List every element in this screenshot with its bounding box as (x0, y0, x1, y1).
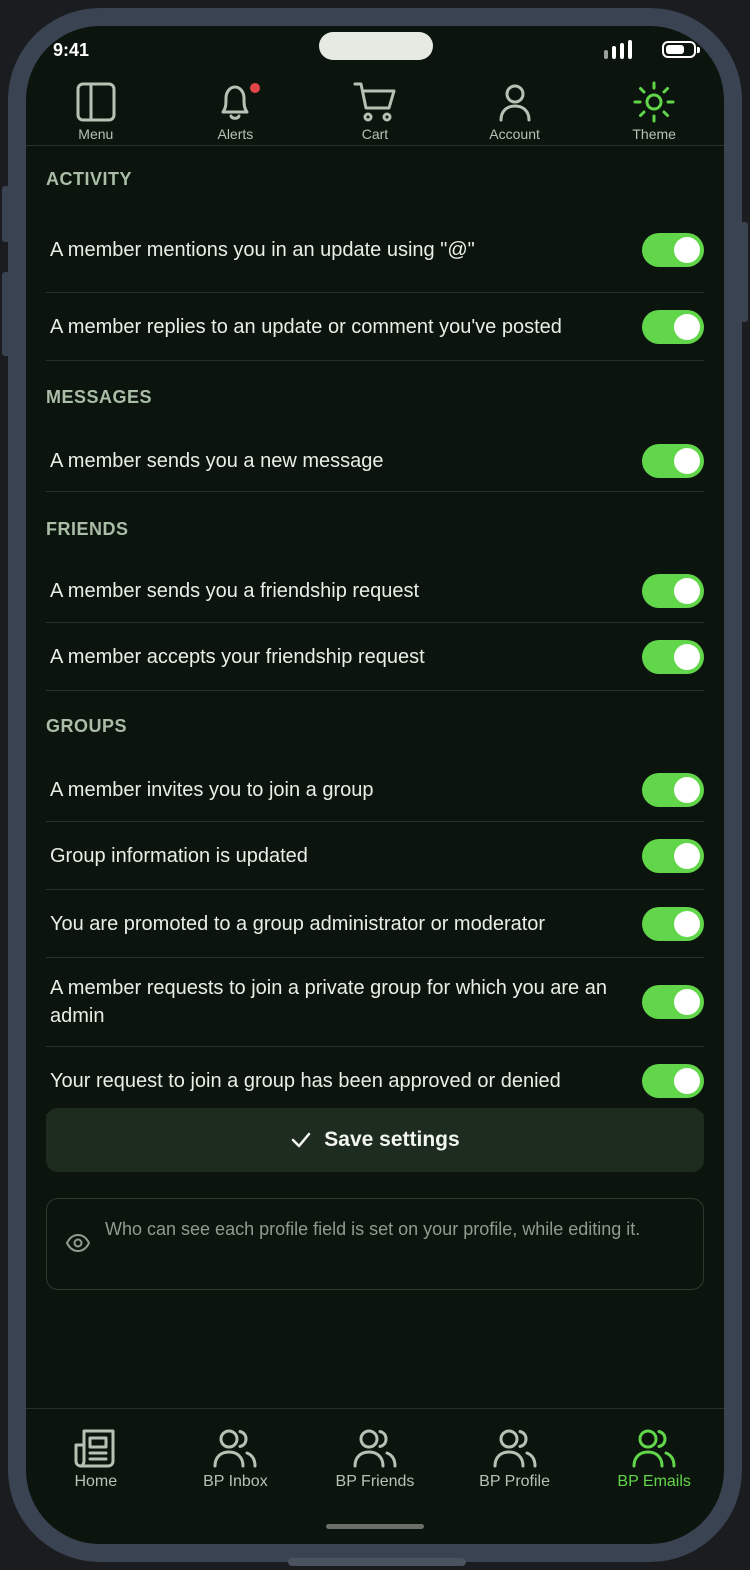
top-nav-alerts[interactable]: Alerts (166, 78, 306, 145)
newspaper-icon (74, 1429, 115, 1468)
alert-badge (247, 81, 262, 95)
side-button-power (740, 222, 748, 322)
setting-label: A member sends you a new message (50, 449, 384, 472)
save-settings-button[interactable]: Save settings (46, 1108, 704, 1172)
sun-icon (633, 81, 675, 123)
tab-label: Home (74, 1473, 118, 1490)
home-indicator (326, 1524, 424, 1529)
save-button-label: Save settings (324, 1128, 460, 1151)
tab-label: BP Friends (335, 1473, 415, 1490)
top-nav-cart[interactable]: Cart (305, 78, 445, 145)
tab-label: BP Profile (479, 1473, 550, 1490)
setting-label: A member accepts your friendship request (50, 645, 425, 668)
eye-icon (65, 1233, 91, 1253)
battery-icon (662, 41, 700, 58)
users-icon (213, 1429, 257, 1468)
status-time: 9:41 (53, 40, 90, 60)
setting-row: A member invites you to join a group (46, 758, 704, 822)
setting-row: A member replies to an update or comment… (46, 293, 704, 361)
setting-row: Group information is updated (46, 822, 704, 890)
top-nav-theme[interactable]: Theme (584, 78, 724, 145)
setting-row: A member requests to join a private grou… (46, 958, 704, 1047)
top-nav-label: Cart (361, 126, 389, 142)
sidebar-panel-icon (76, 82, 116, 122)
setting-toggle[interactable] (642, 772, 704, 807)
setting-label: Your request to join a group has been ap… (50, 1069, 561, 1092)
setting-toggle[interactable] (642, 838, 704, 873)
check-icon (292, 1132, 311, 1148)
top-nav-label: Theme (632, 126, 676, 142)
setting-label: A member mentions you in an update using… (50, 239, 475, 261)
setting-row: You are promoted to a group administrato… (46, 890, 704, 958)
tab-bp-inbox[interactable]: BP Inbox (166, 1409, 306, 1544)
setting-toggle[interactable] (642, 906, 704, 941)
setting-label: A member sends you a friendship request (50, 579, 420, 602)
setting-toggle[interactable] (642, 573, 704, 608)
top-nav-account[interactable]: Account (445, 78, 585, 145)
signal-icon (604, 40, 632, 59)
top-nav-menu[interactable]: Menu (26, 78, 166, 145)
top-nav-label: Menu (78, 126, 114, 142)
users-icon (353, 1429, 397, 1468)
users-icon (632, 1429, 676, 1468)
setting-row: A member mentions you in an update using… (46, 216, 704, 293)
side-button-silent (2, 186, 10, 242)
section-title-groups: GROUPS (46, 716, 128, 736)
setting-toggle[interactable] (642, 985, 704, 1019)
tab-bp-emails[interactable]: BP Emails (584, 1409, 724, 1544)
status-bar: 9:41 (26, 26, 724, 78)
tab-bp-profile[interactable]: BP Profile (445, 1409, 585, 1544)
setting-toggle[interactable] (642, 443, 704, 478)
setting-row: A member accepts your friendship request (46, 623, 704, 691)
section-title-friends: FRIENDS (46, 519, 129, 539)
side-button-volume (2, 272, 10, 356)
tab-home[interactable]: Home (26, 1409, 166, 1544)
setting-row: Your request to join a group has been ap… (46, 1047, 704, 1115)
section-title-activity: ACTIVITY (46, 169, 133, 189)
tab-label: BP Inbox (203, 1473, 268, 1490)
top-nav: Menu Alerts Cart Account Theme (26, 78, 724, 146)
setting-label: You are promoted to a group administrato… (50, 912, 546, 935)
tab-label: BP Emails (617, 1473, 691, 1490)
section-title-messages: MESSAGES (46, 387, 153, 407)
setting-label: Group information is updated (50, 844, 308, 867)
setting-label: A member requests to join a private grou… (50, 977, 607, 1027)
setting-toggle[interactable] (642, 233, 704, 267)
setting-toggle[interactable] (642, 1063, 704, 1098)
top-nav-label: Alerts (217, 126, 254, 142)
screen: 9:41 Menu Alerts Cart Account Theme ACTI… (26, 26, 724, 1544)
cart-icon (353, 82, 396, 122)
setting-row: A member sends you a new message (46, 430, 704, 492)
top-nav-label: Account (489, 126, 540, 142)
setting-row: A member sends you a friendship request (46, 559, 704, 623)
frame-bottom-bar (288, 1558, 466, 1566)
email-settings: ACTIVITY A member mentions you in an upd… (46, 147, 704, 1115)
setting-toggle[interactable] (642, 309, 704, 344)
user-icon (499, 84, 531, 122)
setting-label: A member replies to an update or comment… (50, 315, 562, 338)
setting-toggle[interactable] (642, 639, 704, 674)
users-icon (493, 1429, 537, 1468)
setting-label: A member invites you to join a group (50, 778, 374, 801)
dynamic-island (319, 32, 433, 60)
notice-text: Who can see each profile field is set on… (105, 1219, 641, 1239)
profile-visibility-notice: Who can see each profile field is set on… (46, 1198, 704, 1290)
